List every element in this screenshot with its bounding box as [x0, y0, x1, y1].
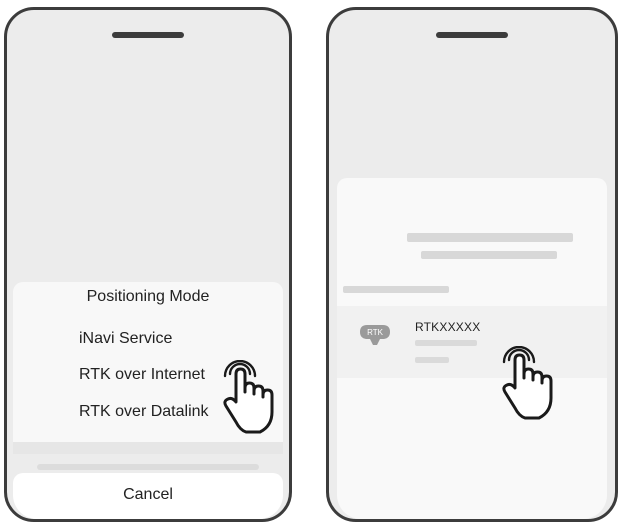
placeholder-subtitle — [421, 251, 557, 259]
placeholder-section-label — [343, 286, 449, 293]
option-rtk-over-internet[interactable]: RTK over Internet — [79, 366, 205, 384]
rtk-receiver-icon: RTK — [360, 325, 390, 345]
speaker-grille — [112, 32, 184, 38]
device-name: RTKXXXXX — [415, 320, 481, 334]
phone-right: RTK RTKXXXXX — [326, 7, 618, 522]
option-rtk-over-datalink[interactable]: RTK over Datalink — [79, 403, 209, 421]
placeholder-title — [407, 233, 573, 242]
placeholder-device-detail — [415, 340, 477, 346]
sheet-title: Positioning Mode — [86, 288, 210, 305]
rtk-icon-label: RTK — [367, 328, 384, 337]
sheet-divider-line — [37, 464, 259, 470]
tap-hand-icon — [223, 360, 274, 434]
phone-left: Positioning Mode iNavi Service RTK over … — [4, 7, 292, 522]
option-inavi-service[interactable]: iNavi Service — [79, 330, 172, 348]
placeholder-device-status — [415, 357, 449, 363]
sheet-divider — [13, 442, 283, 454]
speaker-grille — [436, 32, 508, 38]
cancel-button[interactable]: Cancel — [13, 473, 283, 519]
tap-hand-icon — [502, 346, 553, 420]
